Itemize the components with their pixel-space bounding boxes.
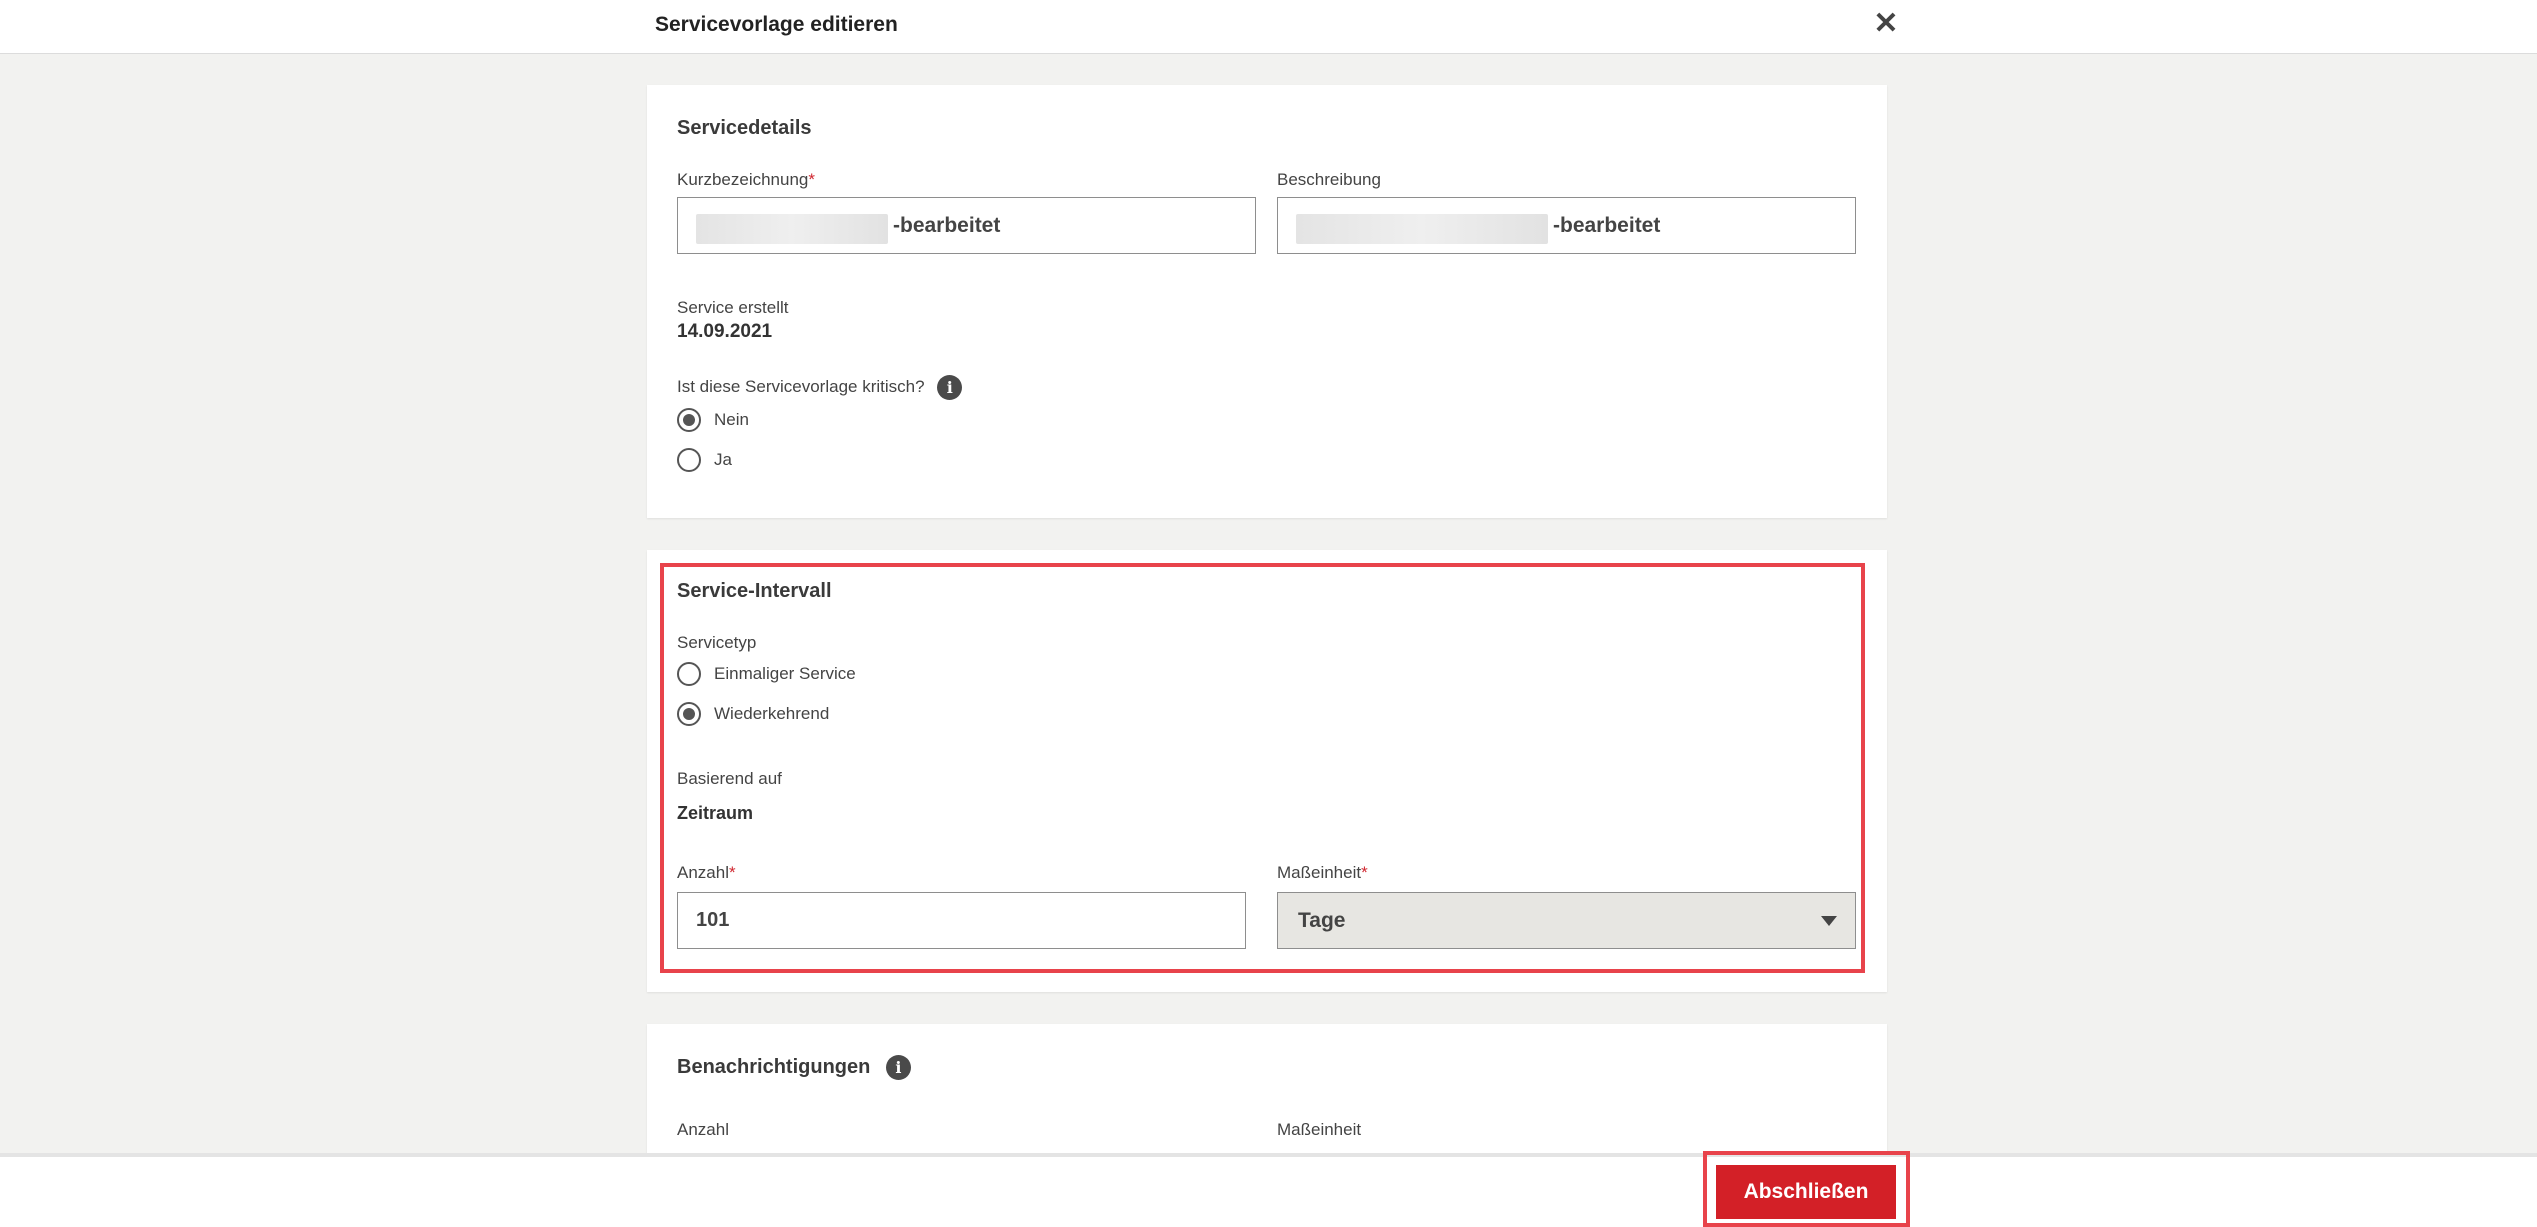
service-interval-card: Service-Intervall Servicetyp Einmaliger …	[647, 550, 1887, 992]
redacted-text	[696, 214, 888, 244]
notifications-masseinheit-label: Maßeinheit	[1277, 1120, 1362, 1139]
critical-question: Ist diese Servicevorlage kritisch? i	[677, 375, 963, 400]
radio-label: Einmaliger Service	[714, 664, 856, 683]
masseinheit-label: Maßeinheit*	[1277, 863, 1368, 882]
radio-checked-icon	[677, 408, 701, 432]
radio-einmaliger-service[interactable]: Einmaliger Service	[677, 662, 856, 686]
radio-wiederkehrend[interactable]: Wiederkehrend	[677, 702, 829, 726]
masseinheit-select[interactable]: Tage	[1277, 892, 1856, 949]
service-created-label: Service erstellt	[677, 298, 789, 317]
info-icon[interactable]: i	[885, 1055, 911, 1080]
servicedetails-heading: Servicedetails	[677, 117, 812, 139]
anzahl-input[interactable]: 101	[677, 892, 1246, 949]
radio-label: Nein	[714, 410, 749, 429]
radio-unchecked-icon	[677, 662, 701, 686]
anzahl-label: Anzahl*	[677, 863, 736, 882]
kurzbezeichnung-value: -bearbeitet	[893, 214, 1001, 237]
notifications-heading: Benachrichtigungen i	[677, 1055, 911, 1080]
submit-button[interactable]: Abschließen	[1716, 1165, 1896, 1219]
notifications-anzahl-label: Anzahl	[677, 1120, 729, 1139]
redacted-text	[1296, 214, 1548, 244]
radio-unchecked-icon	[677, 448, 701, 472]
dialog-footer	[0, 1153, 2537, 1227]
close-icon[interactable]: ✕	[1868, 6, 1904, 42]
based-on-label: Basierend auf	[677, 769, 782, 788]
chevron-down-icon	[1821, 916, 1837, 926]
beschreibung-label: Beschreibung	[1277, 170, 1381, 189]
masseinheit-value: Tage	[1298, 909, 1346, 932]
radio-critical-ja[interactable]: Ja	[677, 448, 732, 472]
service-interval-heading: Service-Intervall	[677, 580, 832, 602]
kurzbezeichnung-input[interactable]: -bearbeitet	[677, 197, 1256, 254]
servicetyp-label: Servicetyp	[677, 633, 757, 652]
beschreibung-input[interactable]: -bearbeitet	[1277, 197, 1856, 254]
anzahl-value: 101	[696, 909, 730, 931]
radio-label: Wiederkehrend	[714, 704, 830, 723]
dialog-title: Servicevorlage editieren	[655, 13, 898, 36]
service-created-value: 14.09.2021	[677, 321, 773, 342]
radio-label: Ja	[714, 450, 732, 469]
kurzbezeichnung-label: Kurzbezeichnung*	[677, 170, 815, 189]
servicedetails-card: Servicedetails Kurzbezeichnung* -bearbei…	[647, 85, 1887, 518]
based-on-value: Zeitraum	[677, 803, 754, 823]
dialog-header: Servicevorlage editieren ✕	[0, 0, 2537, 54]
radio-checked-icon	[677, 702, 701, 726]
info-icon[interactable]: i	[937, 375, 963, 400]
radio-critical-nein[interactable]: Nein	[677, 408, 749, 432]
beschreibung-value: -bearbeitet	[1553, 214, 1661, 237]
